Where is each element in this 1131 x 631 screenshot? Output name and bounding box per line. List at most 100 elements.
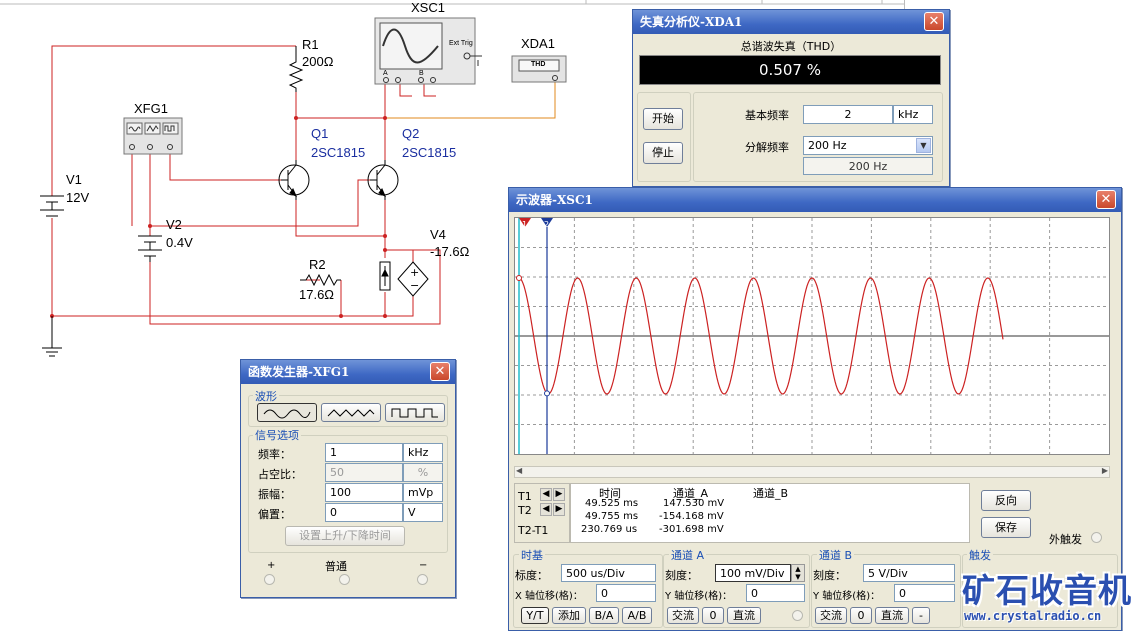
r1-value: 200Ω <box>302 54 334 69</box>
channel-a-zero-button[interactable]: 0 <box>702 607 724 624</box>
channel-a-ac-button[interactable]: 交流 <box>667 607 699 624</box>
chevron-down-icon[interactable]: ▼ <box>916 138 931 153</box>
channel-b-zero-button[interactable]: 0 <box>850 607 872 624</box>
t2-t1-row-label: T2-T1 <box>518 524 549 537</box>
spinner-down-icon[interactable]: ▼ <box>795 573 800 581</box>
fundamental-frequency-unit[interactable]: kHz <box>893 105 933 124</box>
duty-cycle-unit[interactable]: % <box>403 463 443 482</box>
sine-wave-button[interactable] <box>257 403 317 422</box>
funcgen-title-bar[interactable]: 函数发生器-XFG1 <box>241 360 455 384</box>
yt-mode-button[interactable]: Y/T <box>521 607 549 624</box>
transistor-q1[interactable] <box>278 160 310 200</box>
cursor-t1-marker <box>516 275 522 281</box>
xda1-label: XDA1 <box>521 36 555 51</box>
ground-symbol[interactable] <box>42 316 62 357</box>
plus-terminal[interactable] <box>264 574 275 585</box>
frequency-label: 频率： <box>258 448 291 461</box>
t1-left-arrow-icon[interactable]: ◀ <box>540 488 552 501</box>
distortion-title: 失真分析仪-XDA1 <box>640 15 743 29</box>
t2-right-arrow-icon[interactable]: ▶ <box>553 503 565 516</box>
channel-a-scale-input[interactable]: 100 mV/Div <box>715 564 791 582</box>
distortion-analyzer-icon-xda1[interactable] <box>511 55 567 83</box>
channel-a-terminal[interactable] <box>792 610 803 621</box>
channel-a-scale-label: 刻度： <box>665 569 698 582</box>
triangle-wave-icon <box>327 409 375 417</box>
thd-display: 0.507 % <box>639 55 941 85</box>
fundamental-frequency-label: 基本频率 <box>745 109 789 122</box>
resistor-r1[interactable] <box>288 46 304 92</box>
scope-plot[interactable]: 1 2 <box>515 218 1109 454</box>
battery-v2[interactable] <box>138 235 162 262</box>
channel-a-scale-spinner[interactable]: ▲ ▼ <box>791 564 805 582</box>
frequency-unit[interactable]: kHz <box>403 443 443 462</box>
oscilloscope-icon-xsc1[interactable] <box>374 17 482 85</box>
close-icon[interactable]: ✕ <box>924 12 944 31</box>
close-icon[interactable]: ✕ <box>430 362 450 381</box>
fundamental-frequency-input[interactable]: 2 <box>803 105 893 124</box>
scroll-right-icon[interactable]: ▶ <box>1102 466 1108 475</box>
ab-mode-button[interactable]: A/B <box>622 607 652 624</box>
save-button[interactable]: 保存 <box>981 517 1031 538</box>
channel-b-y-position-input[interactable]: 0 <box>894 584 955 602</box>
xfg1-label: XFG1 <box>134 101 168 116</box>
add-mode-button[interactable]: 添加 <box>552 607 586 624</box>
common-terminal[interactable] <box>339 574 350 585</box>
resistor-r2[interactable] <box>300 273 341 287</box>
channel-a-y-position-input[interactable]: 0 <box>746 584 805 602</box>
amplitude-label: 振幅： <box>258 488 291 501</box>
channel-b-y-position-label: Y 轴位移(格)： <box>813 591 881 602</box>
channel-b-scale-input[interactable]: 5 V/Div <box>863 564 955 582</box>
channel-b-negative-button[interactable]: - <box>912 607 930 624</box>
square-wave-button[interactable] <box>385 403 445 422</box>
stop-button[interactable]: 停止 <box>643 142 683 164</box>
cursor-control-panel: T1 T2 T2-T1 ◀ ▶ ◀ ▶ <box>514 483 570 543</box>
cursor-t1-number: 1 <box>522 220 527 229</box>
transistor-q2[interactable] <box>367 160 399 200</box>
channel-b-dc-button[interactable]: 直流 <box>875 607 909 624</box>
timebase-title: 时基 <box>519 547 545 563</box>
v1-value: 12V <box>66 190 90 205</box>
t1-right-arrow-icon[interactable]: ▶ <box>553 488 565 501</box>
channel-b-ac-button[interactable]: 交流 <box>815 607 847 624</box>
distortion-title-bar[interactable]: 失真分析仪-XDA1 <box>633 10 949 34</box>
v4-minus-sign: − <box>410 279 419 292</box>
horizontal-scrollbar[interactable]: ◀ ▶ <box>514 466 1110 478</box>
resolution-frequency-select[interactable]: 200 Hz ▼ <box>803 136 933 155</box>
scope-title-bar[interactable]: 示波器-XSC1 <box>509 188 1121 212</box>
t2-left-arrow-icon[interactable]: ◀ <box>540 503 552 516</box>
timebase-scale-input[interactable]: 500 us/Div <box>561 564 656 582</box>
reverse-button[interactable]: 反向 <box>981 490 1031 511</box>
xsc1-ch-b-label: B <box>419 70 424 77</box>
external-trigger-label: 外触发 <box>1049 533 1082 546</box>
ba-mode-button[interactable]: B/A <box>589 607 619 624</box>
amplitude-input[interactable]: 100 <box>325 483 403 502</box>
square-wave-icon <box>391 408 438 418</box>
scroll-left-icon[interactable]: ◀ <box>516 466 522 475</box>
start-button[interactable]: 开始 <box>643 108 683 130</box>
scope-screen[interactable]: 1 2 <box>514 217 1110 455</box>
function-generator-icon-xfg1[interactable] <box>123 117 183 155</box>
offset-input[interactable]: 0 <box>325 503 403 522</box>
amplitude-unit[interactable]: mVp <box>403 483 443 502</box>
thd-heading: 总谐波失真（THD） <box>740 40 842 53</box>
watermark-url: www.crystalradio.cn <box>964 609 1102 623</box>
spinner-up-icon[interactable]: ▲ <box>795 565 800 573</box>
offset-unit[interactable]: V <box>403 503 443 522</box>
external-trigger-terminal[interactable] <box>1091 532 1102 543</box>
channel-a-dc-button[interactable]: 直流 <box>727 607 761 624</box>
close-icon[interactable]: ✕ <box>1096 190 1116 209</box>
x-position-input[interactable]: 0 <box>596 584 656 602</box>
watermark-text: 矿石收音机 <box>962 571 1131 610</box>
duty-cycle-input[interactable]: 50 <box>325 463 403 482</box>
distortion-analyzer-window[interactable]: 失真分析仪-XDA1 ✕ 总谐波失真（THD） 0.507 % 开始 停止 基本… <box>632 9 950 187</box>
v2-label: V2 <box>166 217 182 232</box>
frequency-input[interactable]: 1 <box>325 443 403 462</box>
waveform-group-title: 波形 <box>253 388 279 404</box>
battery-v1[interactable] <box>40 195 64 217</box>
dependent-source-v4[interactable] <box>379 261 429 297</box>
triangle-wave-button[interactable] <box>321 403 381 422</box>
minus-terminal[interactable] <box>417 574 428 585</box>
function-generator-window[interactable]: 函数发生器-XFG1 ✕ 波形 信号选项 频率： 1 kHz 占空比： 50 %… <box>240 359 456 598</box>
rise-fall-time-button[interactable]: 设置上升/下降时间 <box>285 526 405 546</box>
resolution-frequency-readout: 200 Hz <box>803 157 933 175</box>
